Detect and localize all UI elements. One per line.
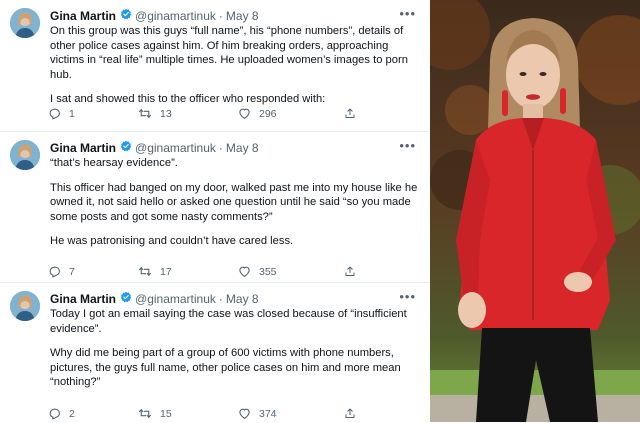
author-handle[interactable]: @ginamartinuk <box>135 141 216 155</box>
tweet[interactable]: Gina Martin @ginamartinuk · May 8 ••• To… <box>0 282 430 423</box>
reply-icon <box>49 266 60 278</box>
reply-count: 2 <box>69 407 75 420</box>
heart-icon <box>239 108 250 119</box>
reply-button[interactable]: 2 <box>48 407 75 420</box>
tweet-text: “that’s hearsay evidence”. This officer … <box>50 156 418 259</box>
tweet-paragraph: I sat and showed this to the officer who… <box>50 93 326 105</box>
tweet-paragraph: This officer had banged on my door, walk… <box>50 181 418 223</box>
reply-button[interactable]: 1 <box>48 107 75 120</box>
reply-count: 1 <box>69 107 75 120</box>
like-count: 355 <box>259 265 277 278</box>
retweet-button[interactable]: 17 <box>138 265 172 278</box>
retweet-count: 17 <box>160 265 172 278</box>
tweet-actions: 1 13 296 <box>48 107 368 121</box>
avatar[interactable] <box>10 8 40 38</box>
avatar[interactable] <box>10 291 40 321</box>
separator-dot: · <box>218 8 223 23</box>
tweet-date[interactable]: May 8 <box>226 141 259 155</box>
more-options-icon[interactable]: ••• <box>399 289 416 304</box>
share-button[interactable] <box>344 265 364 278</box>
share-button[interactable] <box>344 107 364 120</box>
tweet-date[interactable]: May 8 <box>226 9 259 23</box>
separator-dot: · <box>218 140 223 155</box>
reply-count: 7 <box>69 265 75 278</box>
verified-badge-icon <box>120 291 132 306</box>
tweet-actions: 2 15 374 <box>48 407 368 421</box>
tweet-header: Gina Martin @ginamartinuk · May 8 <box>50 8 259 23</box>
portrait-photo <box>430 0 640 422</box>
like-button[interactable]: 374 <box>238 407 277 420</box>
tweet-paragraph: On this group was this guys “full name”,… <box>50 25 408 81</box>
retweet-icon <box>138 408 152 419</box>
tweet-paragraph: He was patronising and couldn’t have car… <box>50 235 294 247</box>
tweet-actions: 7 17 355 <box>48 265 368 279</box>
like-count: 374 <box>259 407 277 420</box>
tweet-text: Today I got an email saying the case was… <box>50 307 418 400</box>
tweet-header: Gina Martin @ginamartinuk · May 8 <box>50 140 259 155</box>
verified-badge-icon <box>120 140 132 155</box>
share-button[interactable] <box>344 407 364 420</box>
tweet-thread: Gina Martin @ginamartinuk · May 8 ••• On… <box>0 0 430 422</box>
author-name[interactable]: Gina Martin <box>50 292 116 306</box>
tweet-paragraph: Why did me being part of a group of 600 … <box>50 347 401 388</box>
share-icon <box>345 108 355 118</box>
tweet-date[interactable]: May 8 <box>226 292 259 306</box>
like-count: 296 <box>259 107 277 120</box>
author-name[interactable]: Gina Martin <box>50 9 116 23</box>
avatar[interactable] <box>10 140 40 170</box>
tweet-text: On this group was this guys “full name”,… <box>50 24 418 117</box>
separator-dot: · <box>218 291 223 306</box>
like-button[interactable]: 355 <box>238 265 277 278</box>
retweet-count: 15 <box>160 407 172 420</box>
reply-icon <box>49 408 60 420</box>
heart-icon <box>239 266 250 277</box>
tweet-paragraph: Today I got an email saying the case was… <box>50 308 407 335</box>
share-icon <box>345 408 355 418</box>
author-handle[interactable]: @ginamartinuk <box>135 292 216 306</box>
retweet-count: 13 <box>160 107 172 120</box>
tweet[interactable]: Gina Martin @ginamartinuk · May 8 ••• On… <box>0 0 430 131</box>
more-options-icon[interactable]: ••• <box>399 6 416 21</box>
retweet-button[interactable]: 15 <box>138 407 172 420</box>
retweet-icon <box>138 108 152 119</box>
tweet[interactable]: Gina Martin @ginamartinuk · May 8 ••• “t… <box>0 131 430 283</box>
retweet-icon <box>138 266 152 277</box>
verified-badge-icon <box>120 8 132 23</box>
tweet-paragraph: “that’s hearsay evidence”. <box>50 157 178 169</box>
like-button[interactable]: 296 <box>238 107 277 120</box>
retweet-button[interactable]: 13 <box>138 107 172 120</box>
share-icon <box>345 266 355 276</box>
reply-icon <box>49 108 60 120</box>
more-options-icon[interactable]: ••• <box>399 138 416 153</box>
author-name[interactable]: Gina Martin <box>50 141 116 155</box>
heart-icon <box>239 408 250 419</box>
author-handle[interactable]: @ginamartinuk <box>135 9 216 23</box>
tweet-header: Gina Martin @ginamartinuk · May 8 <box>50 291 259 306</box>
reply-button[interactable]: 7 <box>48 265 75 278</box>
